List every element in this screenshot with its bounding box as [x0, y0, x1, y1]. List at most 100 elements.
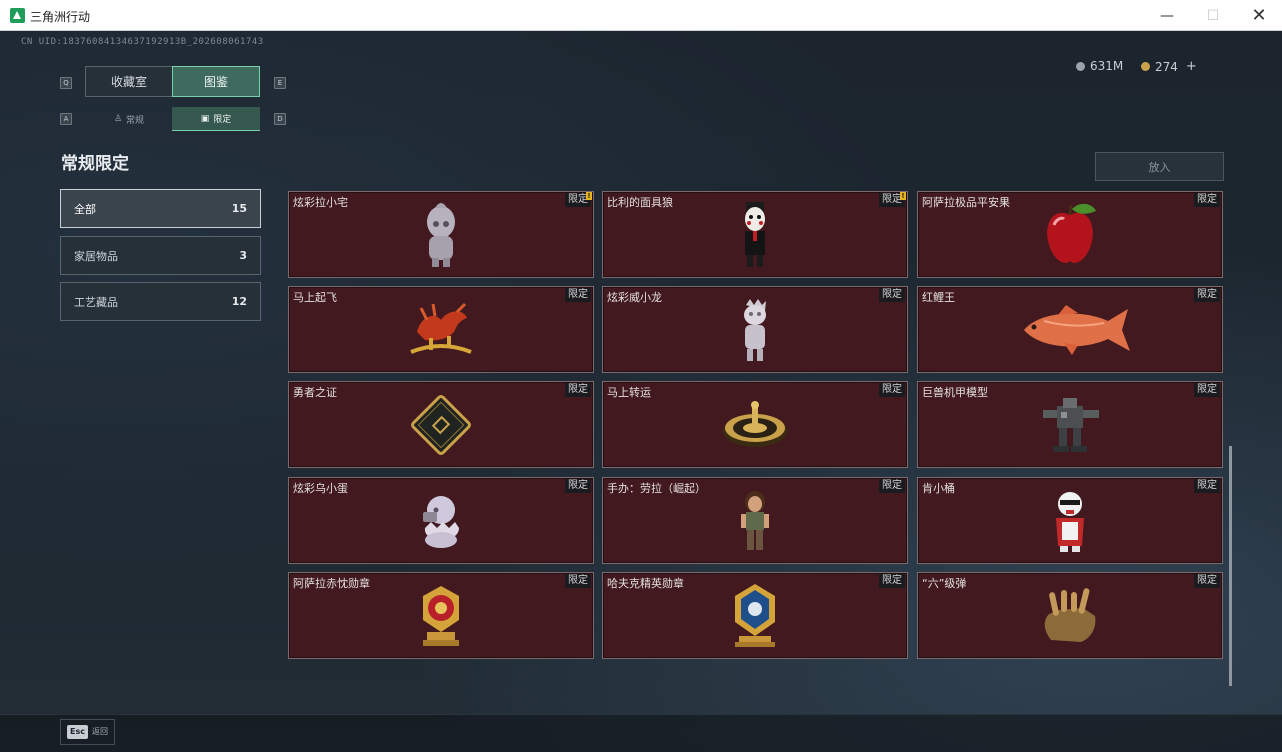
item-name: 炫彩乌小蛋: [293, 482, 348, 495]
gold-coin-icon: [1141, 62, 1150, 71]
silver-coin-icon: [1076, 61, 1085, 71]
item-name: 阿萨拉赤忱勋章: [293, 577, 370, 590]
key-hint-q: Q: [60, 77, 72, 89]
item-name: 手办：劳拉（崛起）: [607, 482, 706, 495]
limited-badge: 限定: [1194, 574, 1220, 588]
adventurer-figure-icon: [741, 490, 769, 550]
frame-icon: ▣: [200, 113, 210, 124]
item-name: 哈夫克精英勋章: [607, 577, 684, 590]
item-card[interactable]: “六”级弹 限定: [917, 572, 1223, 659]
egg-figure-icon: [423, 495, 459, 548]
subtab-limited-label: 限定: [213, 115, 232, 125]
fortune-wheel-icon: [723, 400, 787, 447]
bullet-hand-icon: [1044, 587, 1096, 642]
limited-badge: 限定: [565, 383, 591, 397]
item-name: 勇者之证: [293, 386, 337, 399]
masked-puppet-icon: [745, 201, 765, 267]
page-title: 常规限定: [61, 154, 129, 174]
silver-amount: 631M: [1090, 59, 1124, 73]
limited-badge: 限定: [565, 288, 591, 302]
category-label: 全部: [74, 202, 96, 216]
item-card[interactable]: 炫彩威小龙 限定: [602, 286, 908, 373]
item-card[interactable]: 肯小桶 限定: [917, 477, 1223, 564]
tab-collection-room[interactable]: 收藏室: [85, 66, 173, 97]
item-name: 红鲤王: [922, 291, 955, 304]
flying-horse-icon: [410, 302, 472, 354]
player-uid: CN UID:18376084134637192913B_20260806174…: [21, 37, 264, 47]
little-dragon-figure-icon: [744, 298, 766, 361]
limited-badge: 限定: [879, 574, 905, 588]
window-titlebar: 三角洲行动 — ☐ ✕: [0, 0, 1282, 31]
category-crafted-collectibles[interactable]: 工艺藏品 12: [60, 282, 261, 321]
hooded-figure-icon: [427, 202, 455, 267]
limited-badge: 限定: [879, 479, 905, 493]
category-count: 15: [231, 202, 247, 215]
add-currency-button[interactable]: +: [1186, 59, 1197, 74]
game-viewport: CN UID:18376084134637192913B_20260806174…: [0, 31, 1282, 752]
item-name: 巨兽机甲模型: [922, 386, 988, 399]
bucket-mascot-icon: [1056, 491, 1084, 552]
item-card[interactable]: 哈夫克精英勋章 限定: [602, 572, 908, 659]
bottom-bar: Esc 返回: [0, 714, 1282, 752]
item-card[interactable]: 巨兽机甲模型 限定: [917, 381, 1223, 468]
limited-badge: 限定: [565, 479, 591, 493]
key-hint-a: A: [60, 113, 72, 125]
minimize-button[interactable]: —: [1144, 0, 1190, 31]
item-card[interactable]: 比利的面具狼 限定 !: [602, 191, 908, 278]
subtab-regular[interactable]: ♙ 常规: [85, 107, 173, 131]
maximize-button[interactable]: ☐: [1190, 0, 1236, 31]
category-all[interactable]: 全部 15: [60, 189, 261, 228]
category-count: 3: [239, 249, 247, 262]
item-card[interactable]: 炫彩拉小宅 限定 !: [288, 191, 594, 278]
limited-badge: 限定: [1194, 288, 1220, 302]
gold-currency: 274 +: [1141, 59, 1197, 74]
limited-badge: 限定: [1194, 193, 1220, 207]
item-name: “六”级弹: [922, 577, 967, 590]
red-medal-icon: [423, 585, 459, 646]
esc-key-hint: Esc: [67, 725, 88, 739]
window-title: 三角洲行动: [30, 10, 91, 24]
limited-badge: 限定: [879, 383, 905, 397]
category-count: 12: [231, 295, 247, 308]
red-carp-icon: [1024, 304, 1130, 355]
item-card[interactable]: 阿萨拉极品平安果 限定: [917, 191, 1223, 278]
category-home-items[interactable]: 家居物品 3: [60, 236, 261, 275]
limited-badge: 限定: [565, 574, 591, 588]
close-button[interactable]: ✕: [1236, 0, 1282, 31]
back-label: 返回: [92, 727, 108, 736]
item-name: 肯小桶: [922, 482, 955, 495]
silver-currency: 631M: [1076, 59, 1123, 73]
subtab-limited[interactable]: ▣ 限定: [172, 107, 260, 131]
new-alert-icon: !: [586, 192, 592, 200]
item-name: 马上起飞: [293, 291, 337, 304]
limited-badge: 限定: [1194, 383, 1220, 397]
item-name: 阿萨拉极品平安果: [922, 196, 1010, 209]
item-name: 炫彩威小龙: [607, 291, 662, 304]
item-name: 比利的面具狼: [607, 196, 673, 209]
blue-medal-icon: [735, 583, 775, 647]
red-apple-icon: [1047, 203, 1096, 263]
item-name: 炫彩拉小宅: [293, 196, 348, 209]
gold-amount: 274: [1155, 59, 1178, 74]
brave-badge-card-icon: [411, 394, 471, 455]
item-card[interactable]: 阿萨拉赤忱勋章 限定: [288, 572, 594, 659]
category-label: 家居物品: [74, 249, 118, 263]
item-card[interactable]: 马上转运 限定: [602, 381, 908, 468]
grid-scrollbar[interactable]: [1229, 446, 1232, 686]
category-label: 工艺藏品: [74, 295, 118, 309]
trophy-icon: ♙: [113, 114, 123, 124]
item-card[interactable]: 手办：劳拉（崛起） 限定: [602, 477, 908, 564]
item-card[interactable]: 红鲤王 限定: [917, 286, 1223, 373]
item-card[interactable]: 马上起飞 限定: [288, 286, 594, 373]
item-card[interactable]: 炫彩乌小蛋 限定: [288, 477, 594, 564]
limited-badge: 限定: [879, 288, 905, 302]
limited-badge: 限定: [1194, 479, 1220, 493]
item-name: 马上转运: [607, 386, 651, 399]
app-logo-icon: [10, 8, 25, 23]
place-button[interactable]: 放入: [1095, 152, 1224, 181]
subtab-regular-label: 常规: [126, 115, 145, 126]
item-card[interactable]: 勇者之证 限定: [288, 381, 594, 468]
mech-model-icon: [1043, 397, 1099, 452]
tab-catalog[interactable]: 图鉴: [172, 66, 260, 97]
key-hint-e: E: [274, 77, 286, 89]
